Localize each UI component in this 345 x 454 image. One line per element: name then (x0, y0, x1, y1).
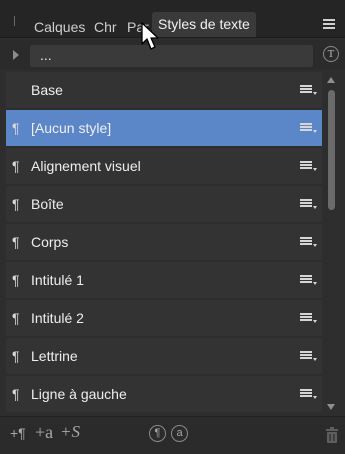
row-menu-icon[interactable] (300, 313, 317, 323)
row-menu-icon[interactable] (300, 199, 317, 209)
add-group-icon[interactable]: +S (60, 422, 80, 442)
style-label: Intitulé 2 (31, 310, 84, 326)
style-path-row: ... T (0, 40, 345, 70)
style-path-text: ... (40, 47, 52, 63)
style-label: Alignement visuel (31, 158, 141, 174)
style-row-boite[interactable]: ¶ Boîte (6, 186, 322, 222)
style-row-base[interactable]: Base (6, 72, 322, 108)
tab-grip-icon[interactable] (14, 16, 15, 26)
style-row-intitule-1[interactable]: ¶ Intitulé 1 (6, 262, 322, 298)
row-menu-icon[interactable] (300, 161, 317, 171)
pilcrow-icon: ¶ (12, 386, 20, 402)
style-label: Corps (31, 234, 69, 250)
tab-calques[interactable]: Calques (34, 19, 85, 35)
tab-styles-de-texte[interactable]: Styles de texte (152, 12, 256, 37)
row-menu-icon[interactable] (300, 275, 317, 285)
row-menu-icon[interactable] (300, 351, 317, 361)
tab-chr[interactable]: Chr (94, 19, 117, 35)
style-label: Intitulé 1 (31, 272, 84, 288)
text-style-icon[interactable]: T (323, 46, 339, 62)
pilcrow-icon: ¶ (12, 234, 20, 250)
row-menu-icon[interactable] (300, 123, 317, 133)
expand-arrow-icon[interactable] (13, 50, 19, 60)
add-character-style-icon[interactable]: +a (35, 422, 53, 443)
style-label: Boîte (31, 196, 64, 212)
pilcrow-icon: ¶ (12, 310, 20, 326)
pilcrow-icon: ¶ (12, 196, 20, 212)
pilcrow-icon: ¶ (12, 348, 20, 364)
scrollbar-thumb[interactable] (328, 90, 335, 210)
panel-tab-bar: Calques Chr Par Styles de texte (0, 0, 345, 38)
style-row-lettrine[interactable]: ¶ Lettrine (6, 338, 322, 374)
character-circle-icon[interactable]: a (171, 425, 188, 442)
style-row-corps[interactable]: ¶ Corps (6, 224, 322, 260)
cursor-icon (141, 22, 159, 50)
style-row-intitule-2[interactable]: ¶ Intitulé 2 (6, 300, 322, 336)
text-style-list: Base ¶ [Aucun style] ¶ Alignement visuel… (6, 72, 322, 414)
style-row-ligne-a-gauche[interactable]: ¶ Ligne à gauche (6, 376, 322, 412)
scroll-down-icon[interactable] (327, 404, 335, 410)
pilcrow-icon: ¶ (12, 158, 20, 174)
style-label: Base (31, 82, 63, 98)
style-path-field[interactable]: ... (30, 45, 313, 67)
style-label: [Aucun style] (31, 120, 112, 136)
panel-menu-icon[interactable] (323, 19, 335, 29)
trash-icon[interactable] (325, 427, 339, 443)
style-row-alignement-visuel[interactable]: ¶ Alignement visuel (6, 148, 322, 184)
pilcrow-icon: ¶ (12, 272, 20, 288)
row-menu-icon[interactable] (300, 85, 317, 95)
row-menu-icon[interactable] (300, 237, 317, 247)
add-paragraph-style-icon[interactable]: +¶ (10, 425, 26, 441)
paragraph-circle-icon[interactable]: ¶ (149, 425, 166, 442)
style-row-aucun-style[interactable]: ¶ [Aucun style] (6, 110, 322, 146)
bottom-toolbar: +¶ +a +S ¶ a (0, 416, 345, 454)
scroll-up-icon[interactable] (327, 77, 335, 83)
style-label: Ligne à gauche (31, 386, 127, 402)
pilcrow-icon: ¶ (12, 120, 20, 136)
style-label: Lettrine (31, 348, 78, 364)
row-menu-icon[interactable] (300, 389, 317, 399)
